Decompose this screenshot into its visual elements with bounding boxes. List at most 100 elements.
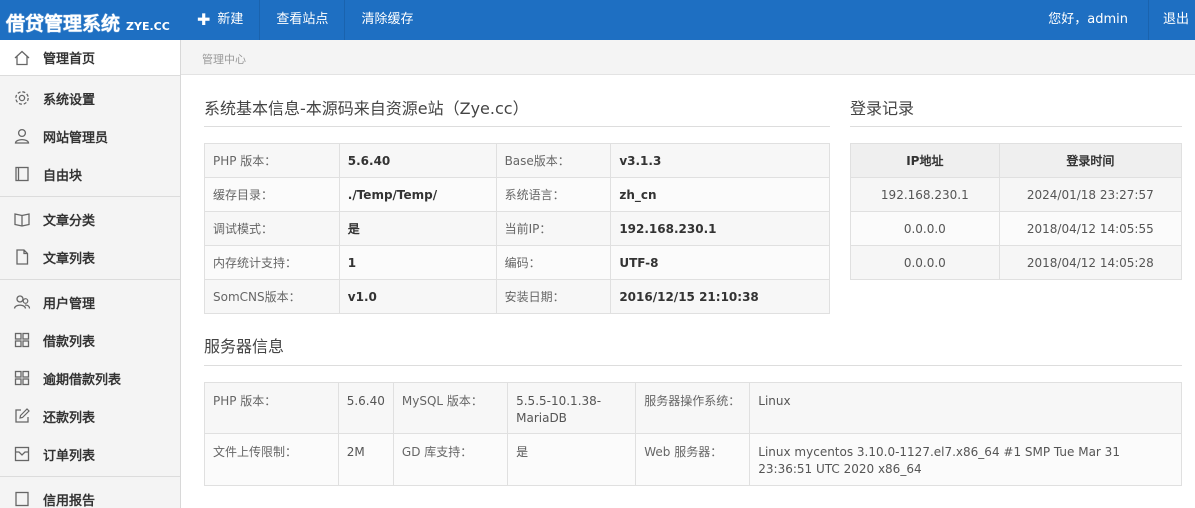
sidebar-group: 信用报告 [0,477,180,508]
new-label: 新建 [217,12,244,27]
table-cell-label: 当前IP： [495,211,612,246]
table-cell-time: 2018/04/12 14:05:55 [998,211,1183,246]
sidebar-group: 文章分类 文章列表 [0,197,180,280]
table-cell-value: 5.6.40 [337,382,394,434]
sidebar-item-overdue-loans[interactable]: 逾期借款列表 [0,359,180,397]
table-cell-label: 文件上传限制： [204,433,339,486]
top-right: 您好，admin 退出 [1028,0,1195,40]
table-cell-label: SomCNS版本： [204,279,340,314]
table-cell-label: 安装日期： [495,279,612,314]
sidebar-item-label: 借款列表 [43,334,96,350]
table-cell-ip: 0.0.0.0 [850,245,1000,280]
clear-cache-button[interactable]: 清除缓存 [344,0,429,40]
table-cell-label: MySQL 版本： [392,382,509,434]
users-icon [13,293,31,311]
table-row: 192.168.230.1 2024/01/18 23:27:57 [850,177,1183,212]
sidebar-item-label: 系统设置 [43,92,96,108]
sidebar-item-label: 订单列表 [43,448,96,464]
sidebar-item-settings[interactable]: 系统设置 [0,79,180,117]
table-cell-value: UTF-8 [610,245,830,280]
column-header-time: 登录时间 [998,143,1183,178]
table-cell-value: 5.6.40 [338,143,497,178]
file-icon [13,248,31,266]
open-book-icon [13,210,31,228]
logo-text: 借贷管理系统 [6,13,121,35]
table-cell-value: 1 [338,245,497,280]
sidebar-item-label: 逾期借款列表 [43,372,122,388]
sidebar-item-home[interactable]: 管理首页 [0,40,180,75]
table-cell-time: 2024/01/18 23:27:57 [998,177,1183,212]
system-info-title: 系统基本信息-本源码来自资源e站（Zye.cc） [204,99,529,118]
grid-icon [13,331,31,349]
top-nav: ✚ 新建 查看站点 清除缓存 [181,0,429,40]
table-row: 文件上传限制： 2M GD 库支持： 是 Web 服务器： Linux myce… [204,433,1182,486]
sidebar-item-free-block[interactable]: 自由块 [0,155,180,193]
table-cell-value: 是 [507,433,637,486]
logo-sub-text: ZYE.CC [126,20,170,33]
table-cell-value: 2016/12/15 21:10:38 [610,279,830,314]
table-row: 0.0.0.0 2018/04/12 14:05:28 [850,245,1183,280]
table-row: PHP 版本： 5.6.40 Base版本： v3.1.3 [204,143,830,178]
table-cell-label: PHP 版本： [204,143,340,178]
sidebar-item-label: 还款列表 [43,410,96,426]
logo[interactable]: 借贷管理系统 ZYE.CC [6,9,170,35]
sidebar-group: 系统设置 网站管理员 自由块 [0,76,180,197]
sidebar-item-article-category[interactable]: 文章分类 [0,200,180,238]
table-cell-value: 5.5.5-10.1.38-MariaDB [507,382,637,434]
sidebar-item-label: 信用报告 [43,493,96,508]
table-cell-label: 调试模式： [204,211,340,246]
table-cell-label: 系统语言： [495,177,612,212]
user-icon [13,127,31,145]
sidebar-item-credit-report[interactable]: 信用报告 [0,480,180,508]
breadcrumb-text[interactable]: 管理中心 [202,51,246,67]
table-cell-label: 内存统计支持： [204,245,340,280]
plus-icon: ✚ [197,10,211,29]
table-cell-ip: 192.168.230.1 [850,177,1000,212]
sidebar-item-admins[interactable]: 网站管理员 [0,117,180,155]
sidebar-item-orders[interactable]: 订单列表 [0,435,180,473]
table-header-row: IP地址 登录时间 [850,143,1183,178]
table-cell-label: GD 库支持： [392,433,509,486]
user-greeting[interactable]: 您好，admin [1028,0,1148,40]
sidebar-item-article-list[interactable]: 文章列表 [0,238,180,276]
table-row: 缓存目录： ./Temp/Temp/ 系统语言： zh_cn [204,177,830,212]
book-icon [13,165,31,183]
view-site-link[interactable]: 查看站点 [259,0,344,40]
clear-cache-label: 清除缓存 [361,12,414,27]
sidebar-item-label: 用户管理 [43,296,96,312]
sidebar-item-repayments[interactable]: 还款列表 [0,397,180,435]
login-records-title: 登录记录 [850,99,915,118]
table-cell-value: 192.168.230.1 [610,211,830,246]
sidebar-item-label: 网站管理员 [43,130,109,146]
table-row: 调试模式： 是 当前IP： 192.168.230.1 [204,211,830,246]
table-row: 内存统计支持： 1 编码： UTF-8 [204,245,830,280]
breadcrumb: 管理中心 [181,40,1195,75]
login-records-table: IP地址 登录时间 192.168.230.1 2024/01/18 23:27… [850,143,1183,280]
sidebar-item-label: 文章分类 [43,213,96,229]
server-info-table: PHP 版本： 5.6.40 MySQL 版本： 5.5.5-10.1.38-M… [204,382,1182,486]
title-divider [204,126,830,127]
table-cell-value: 2M [337,433,394,486]
sidebar-group: 用户管理 借款列表 逾期借款列表 还款列表 订单列表 [0,280,180,477]
table-cell-label: Base版本： [495,143,612,178]
new-button[interactable]: ✚ 新建 [181,0,259,40]
title-divider [850,126,1182,127]
logout-link[interactable]: 退出 [1148,0,1195,40]
table-row: PHP 版本： 5.6.40 MySQL 版本： 5.5.5-10.1.38-M… [204,382,1182,434]
table-cell-label: 缓存目录： [204,177,340,212]
home-icon [13,49,31,67]
sidebar-item-label: 自由块 [43,168,83,184]
table-cell-label: PHP 版本： [204,382,339,434]
table-cell-value: v3.1.3 [610,143,830,178]
server-info-title: 服务器信息 [204,337,285,356]
table-cell-value: 是 [338,211,497,246]
sidebar-item-users[interactable]: 用户管理 [0,283,180,321]
report-icon [13,490,31,508]
table-row: 0.0.0.0 2018/04/12 14:05:55 [850,211,1183,246]
gear-icon [13,89,31,107]
sidebar-item-label: 文章列表 [43,251,96,267]
top-bar: 借贷管理系统 ZYE.CC ✚ 新建 查看站点 清除缓存 您好，admin 退出 [0,0,1195,40]
sidebar-item-loan-list[interactable]: 借款列表 [0,321,180,359]
view-site-label: 查看站点 [276,12,329,27]
sidebar: 管理首页 系统设置 网站管理员 自由块 文章分类 文章列表 用户管理 借款列表 … [0,40,181,508]
